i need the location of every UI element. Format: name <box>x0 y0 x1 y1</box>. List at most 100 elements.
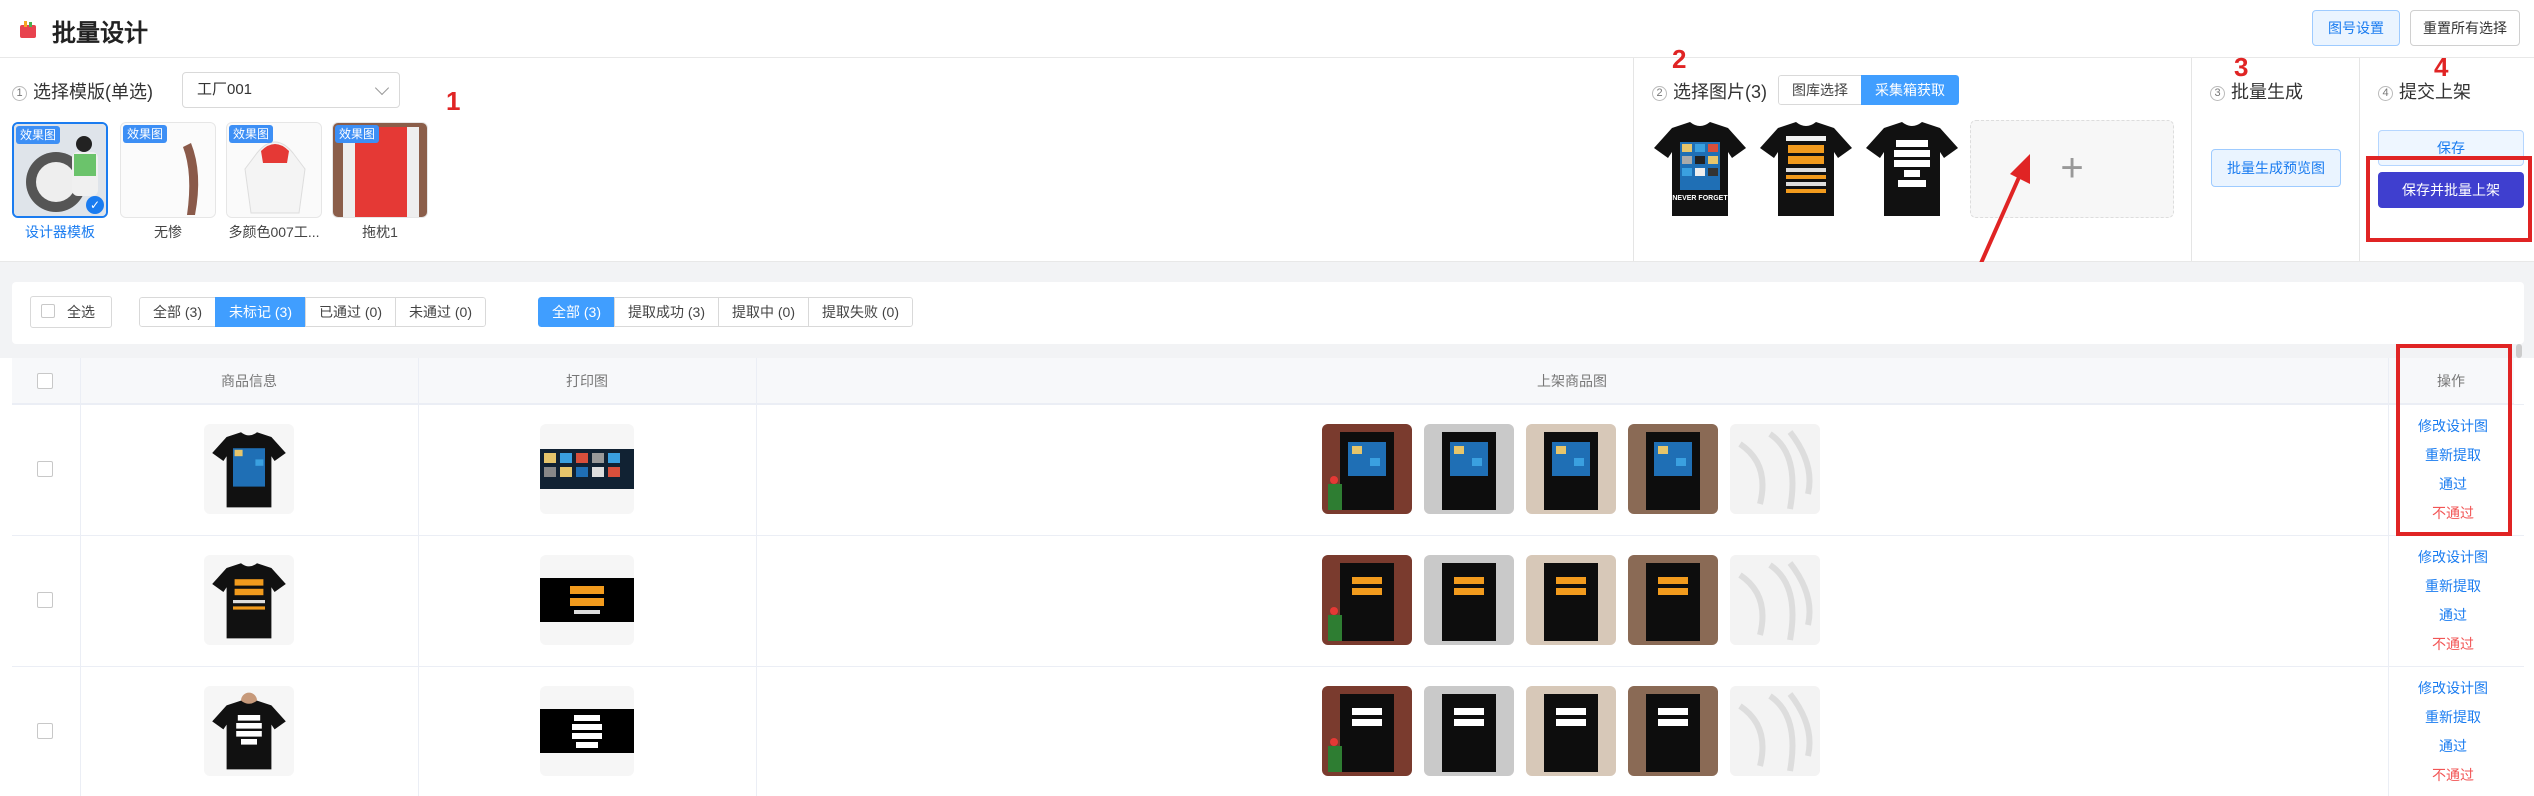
listing-product-image[interactable] <box>1730 686 1820 776</box>
reject-link[interactable]: 不通过 <box>2393 765 2513 785</box>
selected-picture-3[interactable] <box>1862 118 1962 218</box>
listing-product-image[interactable] <box>1322 555 1412 645</box>
annotation-4: 4 <box>2434 52 2449 82</box>
tshirt-design-image <box>1866 122 1958 216</box>
listing-image <box>1424 424 1514 514</box>
mark-status-tabs: 全部 (3) 未标记 (3) 已通过 (0) 未通过 (0) <box>139 297 486 327</box>
svg-text:NEVER FORGET: NEVER FORGET <box>1672 195 1728 202</box>
print-design-image <box>540 578 634 622</box>
listing-product-image[interactable] <box>1526 555 1616 645</box>
tab-extract-all[interactable]: 全部 (3) <box>538 297 615 327</box>
approve-link[interactable]: 通过 <box>2393 605 2513 625</box>
section-1-title: 1 选择模版(单选) <box>12 78 153 104</box>
print-design-image <box>540 709 634 753</box>
listing-image <box>1628 555 1718 645</box>
template-label: 无惨 <box>154 224 182 240</box>
row-checkbox[interactable] <box>37 592 53 608</box>
tab-extract-failed[interactable]: 提取失败 (0) <box>808 297 913 327</box>
product-info-image[interactable] <box>204 424 294 514</box>
chevron-down-icon <box>374 80 390 96</box>
listing-image <box>1322 686 1412 776</box>
tshirt-image <box>212 563 286 639</box>
annotation-3: 3 <box>2234 52 2249 82</box>
listing-product-image[interactable] <box>1628 424 1718 514</box>
annotation-box-save <box>2366 156 2532 242</box>
id-settings-button[interactable]: 图号设置 <box>2312 10 2400 46</box>
page-title: 批量设计 <box>52 20 148 47</box>
header-bar: 批量设计 图号设置 重置所有选择 <box>0 0 2534 58</box>
re-extract-link[interactable]: 重新提取 <box>2393 576 2513 596</box>
template-card-3[interactable]: 效果图 <box>226 122 322 218</box>
print-image[interactable] <box>540 686 634 776</box>
template-label: 设计器模板 <box>25 224 95 240</box>
product-table <box>12 358 2524 796</box>
edit-design-link[interactable]: 修改设计图 <box>2393 678 2513 698</box>
listing-product-image[interactable] <box>1526 686 1616 776</box>
reject-link[interactable]: 不通过 <box>2393 634 2513 654</box>
tab-collection-box[interactable]: 采集箱获取 <box>1861 75 1959 105</box>
row-divider <box>12 404 2524 405</box>
select-all-rows-checkbox[interactable] <box>37 373 53 389</box>
selected-picture-1[interactable]: NEVER FORGET <box>1650 118 1750 218</box>
listing-product-image[interactable] <box>1730 424 1820 514</box>
template-card-4[interactable]: 效果图 <box>332 122 428 218</box>
tshirt-design-image <box>1760 122 1852 216</box>
row-divider <box>12 666 2524 667</box>
tshirt-image <box>212 432 286 508</box>
listing-product-image[interactable] <box>1424 686 1514 776</box>
template-card-2[interactable]: 效果图 <box>120 122 216 218</box>
tab-mark-failed[interactable]: 未通过 (0) <box>395 297 486 327</box>
reset-all-button[interactable]: 重置所有选择 <box>2410 10 2520 46</box>
template-label: 多颜色007工... <box>228 224 320 240</box>
template-card-designer[interactable]: 效果图 ✓ <box>12 122 108 218</box>
edit-design-link[interactable]: 修改设计图 <box>2393 547 2513 567</box>
app-logo-icon <box>20 21 36 38</box>
listing-product-image[interactable] <box>1322 424 1412 514</box>
listing-image <box>1322 424 1412 514</box>
column-product-info: 商品信息 <box>80 358 418 404</box>
listing-product-image[interactable] <box>1424 555 1514 645</box>
listing-product-image[interactable] <box>1730 555 1820 645</box>
listing-image <box>1526 686 1616 776</box>
batch-generate-preview-button[interactable]: 批量生成预览图 <box>2211 149 2341 187</box>
tab-mark-all[interactable]: 全部 (3) <box>139 297 216 327</box>
listing-image <box>1322 555 1412 645</box>
select-all-checkbox[interactable]: 全选 <box>30 296 112 328</box>
effect-badge: 效果图 <box>123 125 168 143</box>
listing-image <box>1628 686 1718 776</box>
listing-product-image[interactable] <box>1628 555 1718 645</box>
listing-product-image[interactable] <box>1322 686 1412 776</box>
template-label: 拖枕1 <box>362 224 398 240</box>
tab-mark-unmarked[interactable]: 未标记 (3) <box>215 297 306 327</box>
factory-select[interactable]: 工厂001 <box>182 72 400 108</box>
listing-image <box>1424 686 1514 776</box>
selected-check-icon: ✓ <box>86 196 104 214</box>
tshirt-image <box>212 692 286 770</box>
print-image[interactable] <box>540 424 634 514</box>
tab-extract-pending[interactable]: 提取中 (0) <box>718 297 809 327</box>
row-checkbox[interactable] <box>37 723 53 739</box>
scrollbar[interactable] <box>2516 344 2522 358</box>
column-print-image: 打印图 <box>418 358 756 404</box>
approve-link[interactable]: 通过 <box>2393 736 2513 756</box>
product-info-image[interactable] <box>204 555 294 645</box>
tab-mark-passed[interactable]: 已通过 (0) <box>305 297 396 327</box>
effect-badge: 效果图 <box>16 126 61 144</box>
product-info-image[interactable] <box>204 686 294 776</box>
re-extract-link[interactable]: 重新提取 <box>2393 707 2513 727</box>
column-divider <box>418 358 419 796</box>
row-checkbox[interactable] <box>37 461 53 477</box>
row-divider <box>12 535 2524 536</box>
selected-picture-2[interactable] <box>1756 118 1856 218</box>
listing-product-image[interactable] <box>1628 686 1718 776</box>
annotation-2: 2 <box>1672 44 1687 74</box>
print-image[interactable] <box>540 555 634 645</box>
listing-product-image[interactable] <box>1526 424 1616 514</box>
listing-product-image[interactable] <box>1424 424 1514 514</box>
tab-extract-success[interactable]: 提取成功 (3) <box>614 297 719 327</box>
annotation-1: 1 <box>446 86 461 116</box>
listing-image <box>1730 555 1820 645</box>
tshirt-design-image: NEVER FORGET <box>1654 122 1746 216</box>
tab-gallery[interactable]: 图库选择 <box>1778 75 1862 105</box>
listing-image <box>1628 424 1718 514</box>
